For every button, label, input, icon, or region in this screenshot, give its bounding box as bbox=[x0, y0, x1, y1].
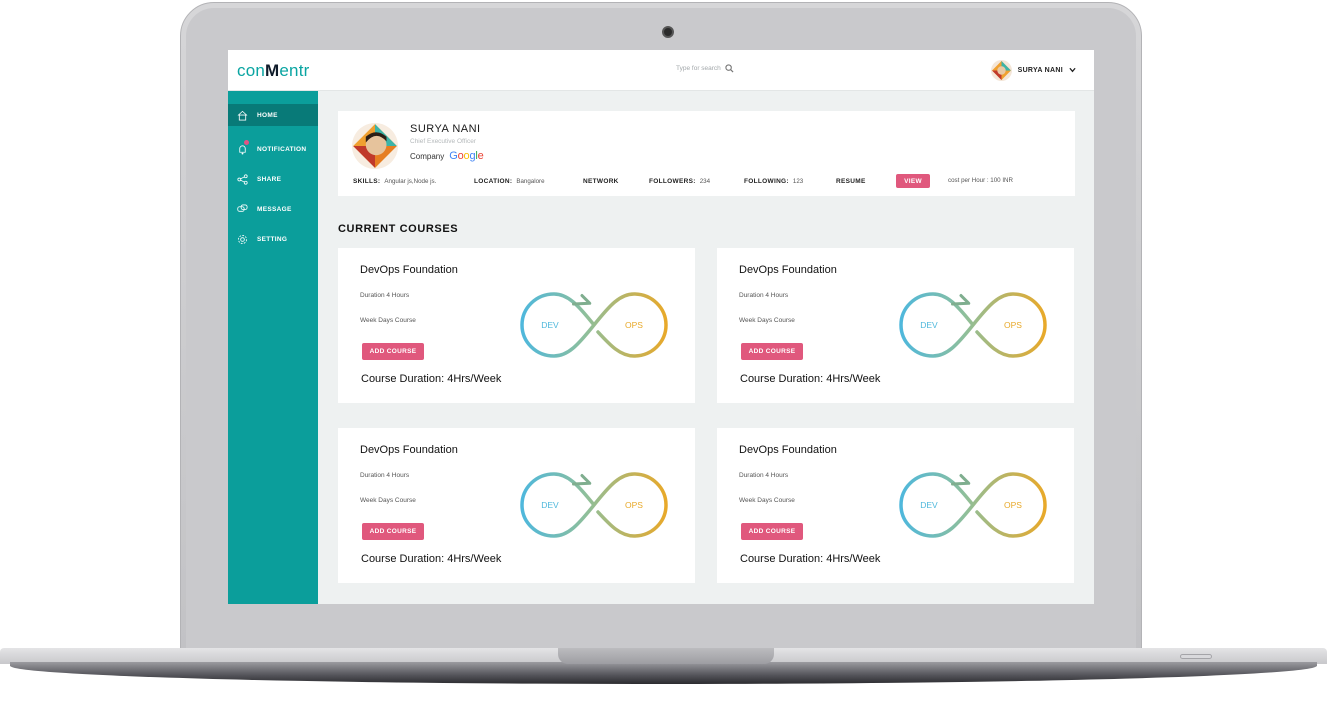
profile-stats: SKILLS: Angular js,Node js. LOCATION: Bang… bbox=[353, 174, 1063, 190]
sidebar-item-setting[interactable]: SETTING bbox=[228, 224, 318, 254]
section-title: CURRENT COURSES bbox=[338, 223, 459, 235]
sidebar-item-share[interactable]: SHARE bbox=[228, 164, 318, 194]
ops-label: OPS bbox=[625, 500, 643, 510]
sidebar: HOME NOTIFICATION SHARE MESSAGE SETTING bbox=[228, 91, 318, 604]
profile-company: Company Google bbox=[410, 150, 484, 162]
course-title: DevOps Foundation bbox=[360, 444, 458, 456]
laptop-notch bbox=[558, 648, 774, 664]
notification-badge bbox=[244, 140, 249, 145]
devops-infinity-icon: DEV OPS bbox=[899, 472, 1047, 538]
course-schedule: Week Days Course bbox=[360, 317, 416, 324]
laptop-foot bbox=[1180, 654, 1212, 659]
app-screen: conMentr Type for search SURYA NANI HOME… bbox=[228, 50, 1094, 604]
ops-label: OPS bbox=[1004, 500, 1022, 510]
followers-stat[interactable]: FOLLOWERS: 234 bbox=[649, 178, 710, 185]
sidebar-item-notification[interactable]: NOTIFICATION bbox=[228, 134, 318, 164]
course-title: DevOps Foundation bbox=[360, 264, 458, 276]
user-name: SURYA NANI bbox=[1017, 67, 1063, 74]
devops-infinity-icon: DEV OPS bbox=[520, 472, 668, 538]
avatar bbox=[990, 60, 1012, 81]
profile-avatar[interactable] bbox=[352, 123, 398, 169]
view-resume-button[interactable]: VIEW bbox=[896, 174, 930, 188]
ops-label: OPS bbox=[1004, 320, 1022, 330]
course-weekly-duration: Course Duration: 4Hrs/Week bbox=[361, 553, 502, 565]
course-weekly-duration: Course Duration: 4Hrs/Week bbox=[740, 373, 881, 385]
course-schedule: Week Days Course bbox=[739, 317, 795, 324]
resume-label: RESUME bbox=[836, 178, 866, 185]
course-schedule: Week Days Course bbox=[739, 497, 795, 504]
sidebar-item-home[interactable]: HOME bbox=[228, 104, 318, 126]
sidebar-item-label: SETTING bbox=[257, 235, 288, 243]
profile-role: Chief Executive Officer bbox=[410, 138, 476, 145]
logo-text-m: M bbox=[265, 61, 280, 80]
add-course-button[interactable]: ADD COURSE bbox=[741, 523, 803, 540]
profile-name: SURYA NANI bbox=[410, 123, 481, 135]
main-content: SURYA NANI Chief Executive Officer Compa… bbox=[318, 91, 1094, 604]
sidebar-item-label: NOTIFICATION bbox=[257, 145, 307, 153]
skills-stat: SKILLS: Angular js,Node js. bbox=[353, 178, 437, 185]
sidebar-item-label: MESSAGE bbox=[257, 205, 292, 213]
add-course-button[interactable]: ADD COURSE bbox=[362, 523, 424, 540]
company-label: Company bbox=[410, 151, 445, 161]
notification-icon bbox=[239, 144, 246, 155]
laptop-bottom bbox=[10, 662, 1317, 684]
search-input[interactable]: Type for search bbox=[676, 65, 721, 72]
course-title: DevOps Foundation bbox=[739, 444, 837, 456]
sidebar-item-label: SHARE bbox=[257, 175, 282, 183]
share-icon bbox=[237, 173, 248, 185]
course-card: DevOps Foundation Duration 4 Hours Week … bbox=[717, 428, 1074, 583]
sidebar-item-message[interactable]: MESSAGE bbox=[228, 194, 318, 224]
location-stat: LOCATION: Bangalore bbox=[474, 178, 545, 185]
course-duration: Duration 4 Hours bbox=[360, 292, 410, 299]
dev-label: DEV bbox=[541, 320, 559, 330]
add-course-button[interactable]: ADD COURSE bbox=[741, 343, 803, 360]
profile-card: SURYA NANI Chief Executive Officer Compa… bbox=[338, 111, 1075, 196]
course-duration: Duration 4 Hours bbox=[739, 292, 789, 299]
cost-per-hour: cost per Hour : 100 INR bbox=[948, 177, 1013, 184]
devops-infinity-icon: DEV OPS bbox=[899, 292, 1047, 358]
course-duration: Duration 4 Hours bbox=[739, 472, 789, 479]
course-weekly-duration: Course Duration: 4Hrs/Week bbox=[740, 553, 881, 565]
logo-text-con: con bbox=[237, 61, 266, 80]
home-icon bbox=[237, 110, 248, 120]
dev-label: DEV bbox=[541, 500, 559, 510]
following-stat[interactable]: FOLLOWING: 123 bbox=[744, 178, 803, 185]
search-box[interactable]: Type for search bbox=[676, 64, 734, 73]
message-icon bbox=[237, 204, 248, 212]
course-card: DevOps Foundation Duration 4 Hours Week … bbox=[338, 428, 695, 583]
dev-label: DEV bbox=[920, 500, 938, 510]
network-link[interactable]: NETWORK bbox=[583, 178, 619, 185]
course-weekly-duration: Course Duration: 4Hrs/Week bbox=[361, 373, 502, 385]
camera-icon bbox=[662, 26, 674, 38]
chevron-down-icon[interactable] bbox=[1069, 67, 1076, 75]
google-logo: Google bbox=[449, 150, 484, 162]
sidebar-item-label: HOME bbox=[257, 111, 278, 119]
user-menu[interactable]: SURYA NANI bbox=[990, 60, 1076, 81]
course-schedule: Week Days Course bbox=[360, 497, 416, 504]
logo-text-entr: entr bbox=[279, 61, 310, 80]
course-card: DevOps Foundation Duration 4 Hours Week … bbox=[338, 248, 695, 403]
course-card: DevOps Foundation Duration 4 Hours Week … bbox=[717, 248, 1074, 403]
course-title: DevOps Foundation bbox=[739, 264, 837, 276]
gear-icon bbox=[238, 234, 247, 244]
add-course-button[interactable]: ADD COURSE bbox=[362, 343, 424, 360]
ops-label: OPS bbox=[625, 320, 643, 330]
search-icon[interactable] bbox=[725, 64, 734, 73]
course-duration: Duration 4 Hours bbox=[360, 472, 410, 479]
app-logo[interactable]: conMentr bbox=[237, 61, 309, 81]
devops-infinity-icon: DEV OPS bbox=[520, 292, 668, 358]
top-bar: conMentr Type for search SURYA NANI bbox=[228, 50, 1094, 91]
dev-label: DEV bbox=[920, 320, 938, 330]
